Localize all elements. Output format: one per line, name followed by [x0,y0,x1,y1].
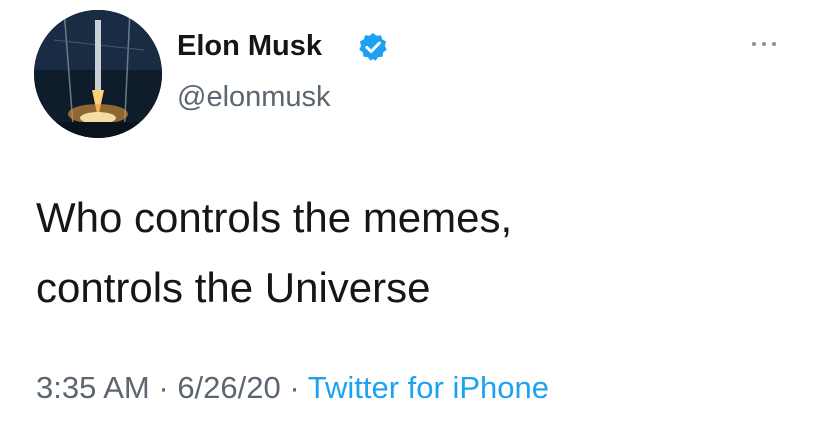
verified-badge-icon [359,33,387,61]
meta-separator: · [280,370,308,405]
display-name[interactable]: Elon Musk [177,30,322,63]
tweet-time[interactable]: 3:35 AM [36,370,150,405]
tweet-date[interactable]: 6/26/20 [177,370,280,405]
tweet-meta: 3:35 AM · 6/26/20 · Twitter for iPhone [36,370,549,406]
meta-separator: · [149,370,178,405]
tweet-text-line: Who controls the memes, [36,194,513,241]
more-dots-icon[interactable] [750,38,778,50]
rocket-launch-avatar-icon [34,10,162,138]
tweet-source-link[interactable]: Twitter for iPhone [308,370,549,405]
tweet-card: Elon Musk @elonmusk Who controls the mem… [0,0,813,438]
avatar[interactable] [34,10,162,138]
user-handle[interactable]: @elonmusk [177,81,331,114]
tweet-text-line: controls the Universe [36,264,431,311]
